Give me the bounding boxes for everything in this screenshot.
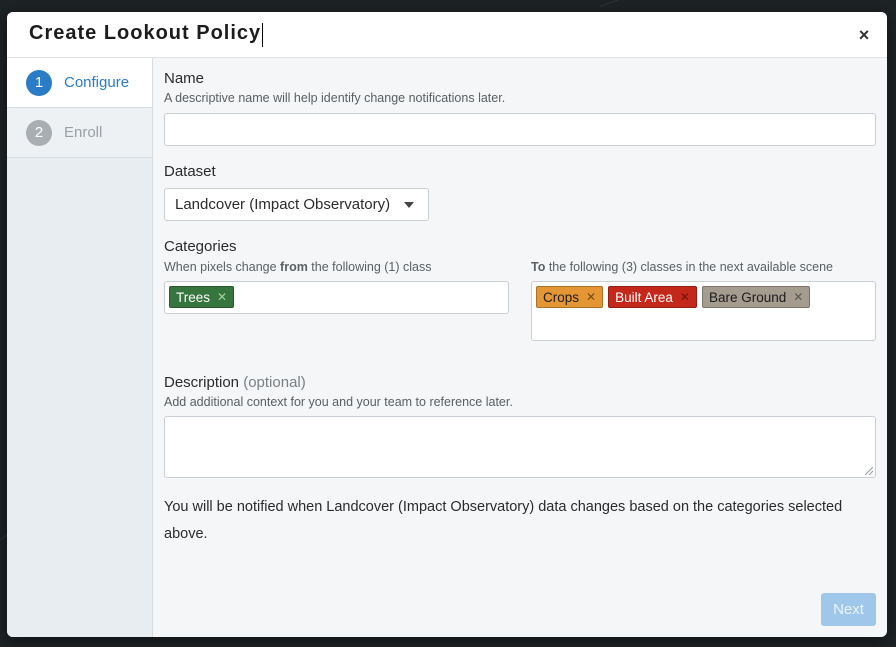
tag-label: Bare Ground xyxy=(708,289,787,305)
to-hint: To the following (3) classes in the next… xyxy=(531,260,876,274)
from-hint-pre: When pixels change xyxy=(164,260,281,274)
name-label: Name xyxy=(164,70,205,87)
step-configure[interactable]: 1 Configure xyxy=(7,58,152,108)
tag-label: Crops xyxy=(543,289,580,305)
modal-title: Create Lookout Policy xyxy=(29,22,262,45)
configure-form: Name A descriptive name will help identi… xyxy=(153,58,887,637)
step-label: Enroll xyxy=(64,124,103,141)
description-textarea[interactable] xyxy=(164,416,876,478)
step-number: 1 xyxy=(26,69,52,96)
tag-bare-ground: Bare Ground ✕ xyxy=(701,286,811,308)
step-number: 2 xyxy=(26,119,52,146)
name-input[interactable] xyxy=(164,113,876,146)
dataset-selected-value: Landcover (Impact Observatory) xyxy=(175,196,391,213)
step-label: Configure xyxy=(64,74,130,91)
description-label-text: Description xyxy=(164,374,240,391)
tag-crops: Crops ✕ xyxy=(536,286,604,308)
tag-built-area: Built Area ✕ xyxy=(608,286,697,308)
from-hint-bold: from xyxy=(280,260,308,274)
optional-label: (optional) xyxy=(243,374,306,391)
from-tags-input[interactable]: Trees ✕ xyxy=(164,281,509,314)
text-caret xyxy=(262,22,264,47)
categories-label: Categories xyxy=(164,238,237,255)
modal-title-wrap: Create Lookout Policy xyxy=(29,22,264,47)
close-icon[interactable]: × xyxy=(855,26,873,44)
description-hint: Add additional context for you and your … xyxy=(164,395,513,409)
to-hint-post: the following (3) classes in the next av… xyxy=(545,260,834,274)
dataset-label: Dataset xyxy=(164,163,216,180)
remove-tag-icon[interactable]: ✕ xyxy=(793,290,803,304)
tag-trees: Trees ✕ xyxy=(169,286,235,308)
next-button[interactable]: Next xyxy=(821,593,876,626)
to-hint-bold: To xyxy=(531,260,546,274)
remove-tag-icon[interactable]: ✕ xyxy=(217,290,227,304)
tag-label: Built Area xyxy=(615,289,673,305)
modal-body: 1 Configure 2 Enroll Name A descriptive … xyxy=(7,58,887,637)
modal-header: Create Lookout Policy × xyxy=(7,12,887,58)
steps-sidebar: 1 Configure 2 Enroll xyxy=(7,58,153,637)
remove-tag-icon[interactable]: ✕ xyxy=(586,290,596,304)
from-categories: When pixels change from the following (1… xyxy=(164,260,509,341)
from-hint: When pixels change from the following (1… xyxy=(164,260,509,274)
chevron-down-icon xyxy=(404,201,414,208)
to-categories: To the following (3) classes in the next… xyxy=(531,260,876,341)
to-tags-input[interactable]: Crops ✕ Built Area ✕ Bare Ground ✕ xyxy=(531,281,876,341)
backdrop-line xyxy=(599,0,638,7)
notification-notice: You will be notified when Landcover (Imp… xyxy=(164,499,843,542)
remove-tag-icon[interactable]: ✕ xyxy=(680,290,690,304)
dataset-select[interactable]: Landcover (Impact Observatory) xyxy=(164,188,429,221)
create-lookout-policy-modal: Create Lookout Policy × 1 Configure 2 En… xyxy=(7,12,887,637)
resize-grip-icon[interactable] xyxy=(865,467,873,475)
description-label: Description (optional) xyxy=(164,374,876,391)
from-hint-post: the following (1) class xyxy=(307,260,432,274)
categories-row: When pixels change from the following (1… xyxy=(164,260,876,341)
step-enroll[interactable]: 2 Enroll xyxy=(7,108,152,158)
tag-label: Trees xyxy=(176,289,211,305)
name-hint: A descriptive name will help identify ch… xyxy=(164,91,506,105)
